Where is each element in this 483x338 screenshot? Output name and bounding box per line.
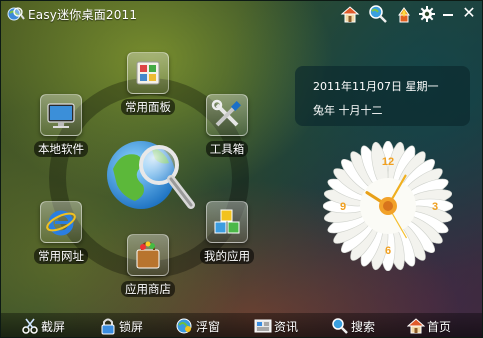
launcher-common-panel[interactable]: 常用面板	[115, 52, 179, 122]
lock-icon	[101, 318, 115, 335]
launcher-local-software[interactable]: 本地软件	[28, 94, 92, 164]
launcher-toolbox[interactable]: 工具箱	[194, 94, 258, 164]
home-icon	[340, 6, 360, 23]
globe-magnifier-icon	[7, 7, 25, 21]
launcher-label: 我的应用	[200, 248, 254, 264]
scissors-icon	[22, 318, 38, 334]
hot-button[interactable]	[394, 4, 414, 24]
monitor-icon	[40, 94, 82, 136]
title-bar[interactable]: Easy迷你桌面2011 ✕	[1, 1, 482, 27]
launcher-app-store[interactable]: 应用商店	[115, 234, 179, 304]
close-button[interactable]: ✕	[460, 3, 478, 23]
bottom-bar-label: 截屏	[41, 320, 66, 334]
clock-numeral-6: 6	[385, 245, 391, 257]
search-icon	[369, 5, 387, 23]
clock-numeral-9: 9	[340, 201, 346, 213]
close-icon: ✕	[462, 3, 476, 22]
bottom-bar-label: 锁屏	[119, 320, 144, 334]
float-window-icon	[176, 318, 192, 334]
news-icon	[254, 319, 272, 333]
globe-search-icon[interactable]	[103, 129, 203, 219]
search-button[interactable]	[368, 4, 388, 24]
panel-icon	[127, 52, 169, 94]
date-panel: 2011年11月07日 星期一 兔年 十月十二	[295, 66, 470, 126]
fire-icon	[398, 7, 410, 23]
window-title: Easy迷你桌面2011	[28, 8, 138, 22]
tools-icon	[206, 94, 248, 136]
flower-clock[interactable]: 12 3 6 9	[323, 141, 453, 271]
gear-icon	[419, 6, 435, 22]
launcher-label: 常用网址	[34, 248, 88, 264]
bottom-bar-label: 浮窗	[196, 320, 221, 334]
bottom-toolbar: 截屏 锁屏 浮窗 资讯 搜索 首页	[1, 313, 482, 337]
home-icon	[407, 318, 425, 334]
search-icon	[332, 318, 348, 334]
mini-desktop-window: Easy迷你桌面2011 ✕ 常用面板 本地软件 工具箱 常用网址 我的应用 应…	[0, 0, 483, 338]
home-button[interactable]	[340, 4, 360, 24]
launcher-label: 工具箱	[205, 141, 249, 157]
bottom-bar-label: 资讯	[274, 320, 299, 334]
launcher-label: 本地软件	[34, 141, 88, 157]
bottom-bar-label: 首页	[427, 320, 452, 334]
bottom-bar-label: 搜索	[351, 320, 376, 334]
clock-numeral-3: 3	[432, 201, 438, 213]
gregorian-date: 2011年11月07日 星期一	[313, 80, 439, 93]
launcher-label: 应用商店	[121, 281, 175, 297]
settings-button[interactable]	[417, 4, 437, 24]
launcher-my-apps[interactable]: 我的应用	[194, 201, 258, 271]
minimize-button[interactable]	[440, 3, 456, 23]
ie-icon	[40, 201, 82, 243]
lunar-date: 兔年 十月十二	[313, 104, 383, 117]
shopping-bag-icon	[127, 234, 169, 276]
launcher-label: 常用面板	[121, 99, 175, 115]
cubes-icon	[206, 201, 248, 243]
clock-numeral-12: 12	[382, 156, 394, 168]
launcher-common-urls[interactable]: 常用网址	[28, 201, 92, 271]
